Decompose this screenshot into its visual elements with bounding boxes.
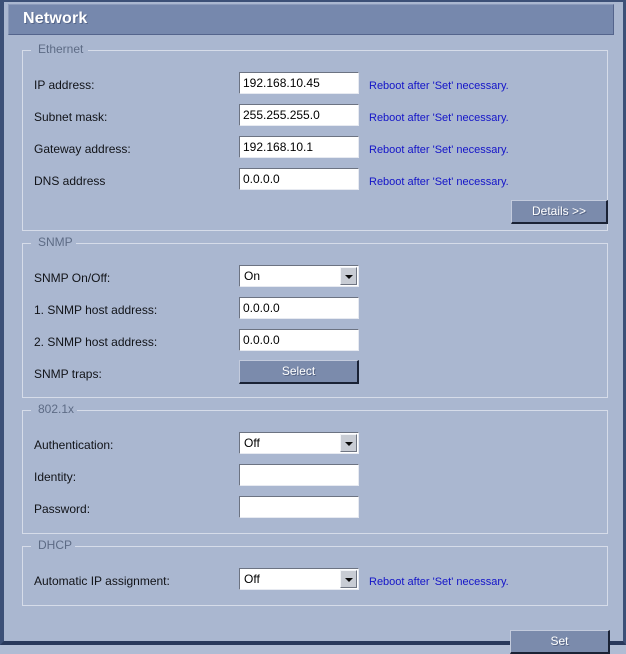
- chevron-down-icon[interactable]: [340, 434, 357, 452]
- group-border-left-stub: [22, 410, 31, 411]
- input-ip-address[interactable]: [239, 72, 359, 94]
- group-dhcp: DHCP Automatic IP assignment: Off Reboot…: [22, 538, 608, 606]
- group-legend-ethernet: Ethernet: [35, 42, 87, 56]
- chevron-down-glyph: [345, 275, 353, 279]
- input-dns-address[interactable]: [239, 168, 359, 190]
- input-password[interactable]: [239, 496, 359, 518]
- page-title: Network: [23, 10, 88, 27]
- input-identity[interactable]: [239, 464, 359, 486]
- label-dns-address: DNS address: [34, 174, 106, 188]
- group-dot1x: 802.1x Authentication: Off Identity: Pas…: [22, 402, 608, 534]
- hint-dns-address: Reboot after 'Set' necessary.: [369, 176, 509, 188]
- group-border-right-stub: [73, 243, 608, 244]
- snmp-traps-select-button[interactable]: Select: [239, 360, 359, 384]
- input-subnet-mask[interactable]: [239, 104, 359, 126]
- label-snmp-onoff: SNMP On/Off:: [34, 271, 111, 285]
- label-subnet-mask: Subnet mask:: [34, 110, 108, 124]
- hint-gateway-address: Reboot after 'Set' necessary.: [369, 144, 509, 156]
- chevron-down-glyph: [345, 578, 353, 582]
- dropdown-snmp-onoff[interactable]: On: [239, 265, 359, 287]
- group-legend-snmp: SNMP: [35, 235, 76, 249]
- group-legend-dhcp: DHCP: [35, 538, 76, 552]
- label-authentication: Authentication:: [34, 438, 114, 452]
- input-snmp-host-1[interactable]: [239, 297, 359, 319]
- group-border-right-stub: [73, 410, 608, 411]
- dropdown-automatic-ip-assignment[interactable]: Off: [239, 568, 359, 590]
- label-password: Password:: [34, 502, 91, 516]
- label-identity: Identity:: [34, 470, 77, 484]
- input-snmp-host-2[interactable]: [239, 329, 359, 351]
- label-gateway-address: Gateway address:: [34, 142, 131, 156]
- hint-subnet-mask: Reboot after 'Set' necessary.: [369, 112, 509, 124]
- label-snmp-host-1: 1. SNMP host address:: [34, 303, 158, 317]
- chevron-down-icon[interactable]: [340, 267, 357, 285]
- input-gateway-address[interactable]: [239, 136, 359, 158]
- group-border-left-stub: [22, 243, 31, 244]
- settings-content: Ethernet IP address: Reboot after 'Set' …: [8, 36, 623, 654]
- hint-ip-address: Reboot after 'Set' necessary.: [369, 80, 509, 92]
- group-legend-dot1x: 802.1x: [35, 402, 78, 416]
- group-ethernet: Ethernet IP address: Reboot after 'Set' …: [22, 42, 608, 231]
- group-snmp: SNMP SNMP On/Off: On 1. SNMP host addres…: [22, 235, 608, 398]
- dropdown-snmp-onoff-value: On: [244, 269, 261, 283]
- hint-automatic-ip-assignment: Reboot after 'Set' necessary.: [369, 576, 509, 588]
- network-settings-window: Network Ethernet IP address: Reboot afte…: [0, 0, 626, 654]
- label-automatic-ip-assignment: Automatic IP assignment:: [34, 574, 170, 588]
- dropdown-authentication[interactable]: Off: [239, 432, 359, 454]
- group-border-left-stub: [22, 546, 31, 547]
- window-titlebar: Network: [8, 4, 614, 35]
- label-ip-address: IP address:: [34, 78, 95, 92]
- set-button[interactable]: Set: [510, 630, 610, 654]
- dropdown-automatic-ip-value: Off: [244, 572, 260, 586]
- dropdown-authentication-value: Off: [244, 436, 260, 450]
- group-border-right-stub: [73, 546, 608, 547]
- group-border-left-stub: [22, 50, 31, 51]
- label-snmp-traps: SNMP traps:: [34, 367, 102, 381]
- group-border-right-stub: [88, 50, 608, 51]
- chevron-down-glyph: [345, 442, 353, 446]
- details-button[interactable]: Details >>: [511, 200, 608, 224]
- chevron-down-icon[interactable]: [340, 570, 357, 588]
- label-snmp-host-2: 2. SNMP host address:: [34, 335, 158, 349]
